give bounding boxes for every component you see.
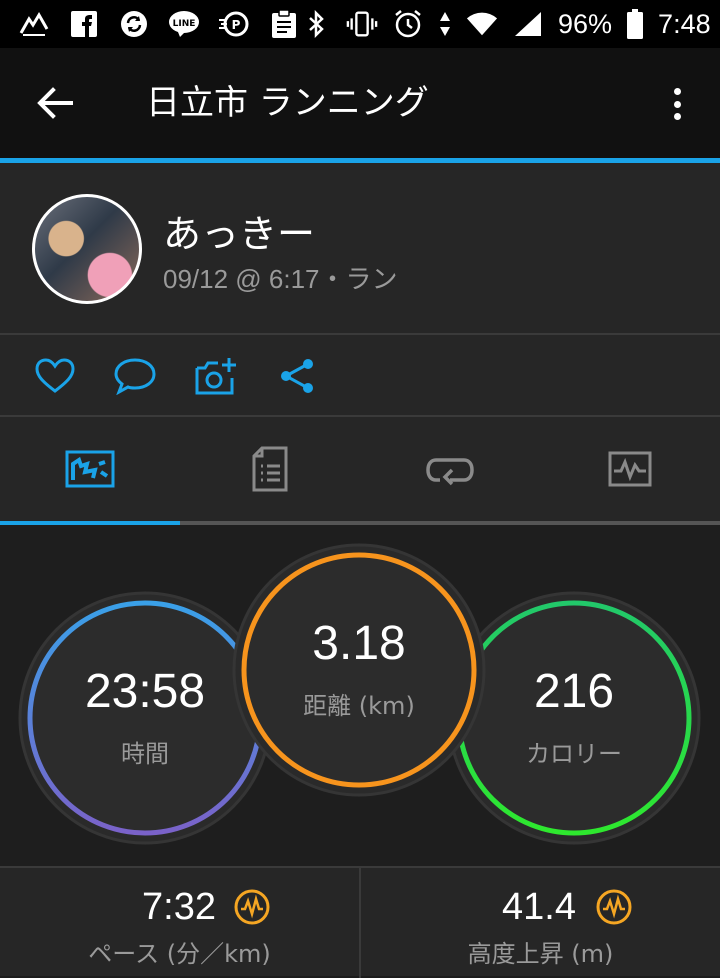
more-vert-dot	[673, 100, 681, 108]
add-photo-button[interactable]	[193, 353, 239, 399]
wifi-icon	[466, 8, 498, 40]
elevation-value: 41.4	[502, 886, 576, 928]
bluetooth-icon	[300, 8, 332, 40]
loop-icon	[426, 458, 474, 486]
elevation-badge-icon	[595, 888, 633, 926]
back-arrow-icon	[37, 87, 73, 119]
activity-chart-icon	[608, 451, 652, 487]
calories-value: 216	[533, 664, 615, 718]
add-photo-icon	[195, 358, 236, 395]
pace-badge-icon	[233, 888, 271, 926]
signal-icon	[512, 8, 544, 40]
share-button[interactable]	[274, 353, 320, 399]
tab-details[interactable]	[180, 417, 360, 521]
page-title: 日立市 ランニング	[146, 83, 429, 123]
clock: 7:48	[658, 8, 711, 39]
sync-icon	[118, 8, 150, 40]
more-vert-dot	[673, 88, 681, 95]
more-vert-dot	[673, 113, 681, 120]
map-overview-icon	[65, 450, 115, 488]
activity-tabs	[0, 417, 720, 525]
user-name[interactable]: あっきー	[163, 203, 315, 258]
time-label: 時間	[121, 739, 169, 768]
elevation-label: 高度上昇 (m)	[467, 940, 614, 968]
data-arrows-icon	[438, 8, 452, 40]
time-value: 23:58	[84, 664, 206, 718]
svg-text:LINE: LINE	[173, 19, 196, 29]
pace-stat[interactable]: 7:32 ペース (分／km)	[0, 868, 359, 978]
heart-icon	[35, 358, 75, 393]
calories-stat[interactable]: 216 カロリー	[474, 618, 674, 818]
status-bar-left: LINE P	[18, 8, 300, 40]
pace-label: ペース (分／km)	[88, 940, 271, 968]
tab-laps[interactable]	[360, 417, 540, 521]
activity-meta: 09/12 @ 6:17・ラン	[163, 264, 398, 294]
app-bar: 日立市 ランニング	[0, 48, 720, 158]
clipboard-icon	[268, 8, 300, 40]
dpoint-icon: P	[218, 8, 250, 40]
status-bar-right: 96% 7:48	[300, 8, 711, 40]
comment-button[interactable]	[112, 353, 158, 399]
status-bar: LINE P 96% 7:48	[0, 0, 720, 48]
elevation-stat[interactable]: 41.4 高度上昇 (m)	[361, 868, 720, 978]
alarm-icon	[392, 8, 424, 40]
weather-icon	[18, 8, 50, 40]
secondary-stats: 7:32 ペース (分／km) 41.4 高度上昇 (m)	[0, 866, 720, 978]
time-stat[interactable]: 23:58 時間	[45, 618, 245, 818]
tab-charts[interactable]	[540, 417, 720, 521]
stats-panel: 23:58 時間 216 カロリー 3.18 距離 (km)	[0, 525, 720, 866]
overflow-menu-button[interactable]	[662, 84, 692, 124]
vibrate-icon	[346, 8, 378, 40]
svg-text:P: P	[232, 18, 241, 32]
like-button[interactable]	[32, 353, 78, 399]
avatar[interactable]	[32, 194, 142, 304]
tab-overview[interactable]	[0, 417, 180, 521]
activity-header: あっきー 09/12 @ 6:17・ラン	[0, 163, 720, 335]
share-icon	[281, 359, 313, 393]
social-actions	[0, 335, 720, 417]
battery-icon	[626, 8, 644, 40]
distance-value: 3.18	[312, 616, 406, 670]
distance-label: 距離 (km)	[303, 691, 415, 720]
line-icon: LINE	[168, 8, 200, 40]
comment-icon	[114, 358, 156, 395]
pace-value: 7:32	[142, 886, 216, 928]
calories-label: カロリー	[526, 739, 622, 768]
facebook-icon	[68, 8, 100, 40]
document-list-icon	[252, 446, 288, 492]
battery-percent: 96%	[558, 8, 613, 39]
distance-stat[interactable]: 3.18 距離 (km)	[259, 570, 459, 770]
back-button[interactable]	[30, 83, 80, 123]
